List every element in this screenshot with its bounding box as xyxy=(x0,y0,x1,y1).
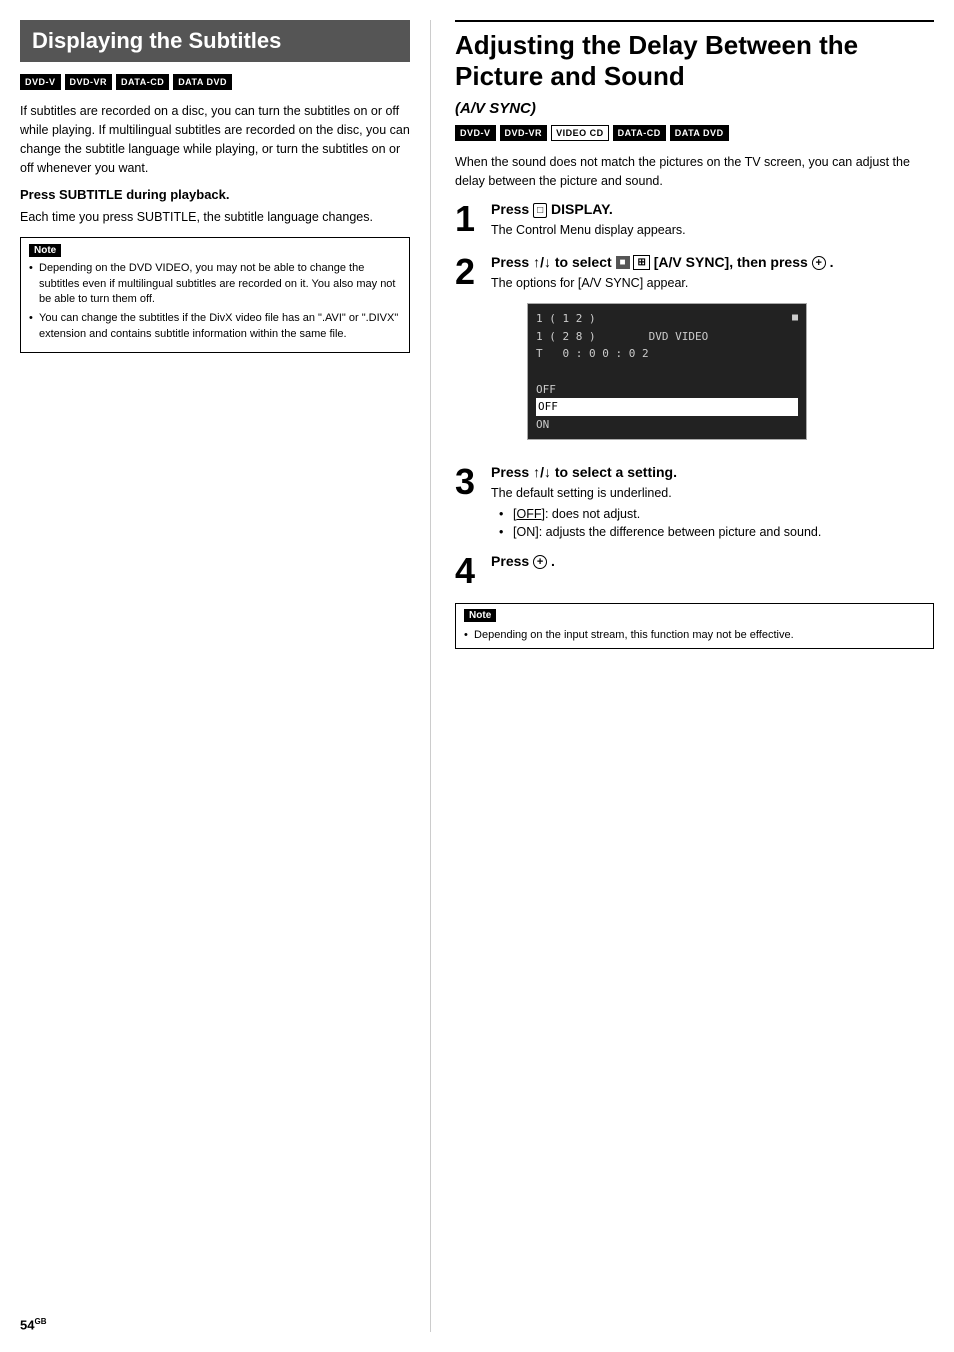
right-intro: When the sound does not match the pictur… xyxy=(455,153,934,191)
av-sync-screen: 1 ( 1 2 ) ■ 1 ( 2 8 ) DVD VIDEO T 0 : 0 … xyxy=(527,303,807,440)
right-note-box: Note • Depending on the input stream, th… xyxy=(455,603,934,649)
left-title: Displaying the Subtitles xyxy=(20,20,410,62)
step-3-bullet-2: • [ON]: adjusts the difference between p… xyxy=(499,525,934,539)
left-subtext: Each time you press SUBTITLE, the subtit… xyxy=(20,208,410,227)
left-subheading: Press SUBTITLE during playback. xyxy=(20,187,410,202)
screen-line6-highlight: OFF xyxy=(536,398,798,416)
right-note-label: Note xyxy=(464,609,496,622)
step-1-title: Press □ DISPLAY. xyxy=(491,201,934,217)
screen-line4 xyxy=(536,363,798,381)
left-note-list: Depending on the DVD VIDEO, you may not … xyxy=(29,261,401,342)
badge-dvd-vr: DVD-VR xyxy=(65,74,113,90)
step-2: 2 Press ↑/↓ to select ■ ⊞ [A/V SYNC], th… xyxy=(455,254,934,451)
step-4-content: Press + . xyxy=(491,553,934,573)
left-badge-row: DVD-V DVD-VR DATA-CD DATA DVD xyxy=(20,74,410,90)
step-1-content: Press □ DISPLAY. The Control Menu displa… xyxy=(491,201,934,240)
left-section: Displaying the Subtitles DVD-V DVD-VR DA… xyxy=(20,20,431,1332)
badge-right-data-dvd: DATA DVD xyxy=(670,125,729,141)
screen-line7: ON xyxy=(536,416,798,434)
av-sync-label: (A/V SYNC) xyxy=(455,100,934,117)
step-4-number: 4 xyxy=(455,553,483,589)
left-note-item-2: You can change the subtitles if the DivX… xyxy=(29,311,401,342)
step-1-desc: The Control Menu display appears. xyxy=(491,221,934,240)
right-badge-row: DVD-V DVD-VR VIDEO CD DATA-CD DATA DVD xyxy=(455,125,934,141)
step-3-content: Press ↑/↓ to select a setting. The defau… xyxy=(491,464,934,539)
left-note-label: Note xyxy=(29,244,61,257)
step-2-number: 2 xyxy=(455,254,483,290)
left-note-box: Note Depending on the DVD VIDEO, you may… xyxy=(20,237,410,353)
badge-right-data-cd: DATA-CD xyxy=(613,125,666,141)
right-section: Adjusting the Delay Between the Picture … xyxy=(431,20,934,1332)
step-3-title: Press ↑/↓ to select a setting. xyxy=(491,464,934,480)
left-intro: If subtitles are recorded on a disc, you… xyxy=(20,102,410,177)
badge-right-dvd-vr: DVD-VR xyxy=(500,125,548,141)
step-3-number: 3 xyxy=(455,464,483,500)
right-note-list: • Depending on the input stream, this fu… xyxy=(464,628,925,643)
screen-line3: T 0 : 0 0 : 0 2 xyxy=(536,345,798,363)
badge-dvd-v: DVD-V xyxy=(20,74,61,90)
step-3: 3 Press ↑/↓ to select a setting. The def… xyxy=(455,464,934,539)
step-3-bullet-1: • [OFF]: does not adjust. xyxy=(499,507,934,521)
screen-line1: 1 ( 1 2 ) ■ xyxy=(536,310,798,328)
badge-right-dvd-v: DVD-V xyxy=(455,125,496,141)
step-3-desc: The default setting is underlined. xyxy=(491,484,934,503)
step-2-desc: The options for [A/V SYNC] appear. xyxy=(491,274,934,293)
step-4: 4 Press + . xyxy=(455,553,934,589)
screen-line5: OFF xyxy=(536,381,798,399)
badge-data-dvd: DATA DVD xyxy=(173,74,232,90)
page-number: 54GB xyxy=(20,1317,46,1332)
step-3-bullets: • [OFF]: does not adjust. • [ON]: adjust… xyxy=(491,507,934,539)
right-title: Adjusting the Delay Between the Picture … xyxy=(455,20,934,92)
step-1-number: 1 xyxy=(455,201,483,237)
left-note-item-1: Depending on the DVD VIDEO, you may not … xyxy=(29,261,401,307)
step-1: 1 Press □ DISPLAY. The Control Menu disp… xyxy=(455,201,934,240)
right-note-item-1: • Depending on the input stream, this fu… xyxy=(464,628,925,643)
step-2-title: Press ↑/↓ to select ■ ⊞ [A/V SYNC], then… xyxy=(491,254,934,271)
screen-line2: 1 ( 2 8 ) DVD VIDEO xyxy=(536,328,798,346)
step-4-title: Press + . xyxy=(491,553,934,569)
badge-right-video-cd: VIDEO CD xyxy=(551,125,609,141)
badge-data-cd: DATA-CD xyxy=(116,74,169,90)
step-2-content: Press ↑/↓ to select ■ ⊞ [A/V SYNC], then… xyxy=(491,254,934,451)
